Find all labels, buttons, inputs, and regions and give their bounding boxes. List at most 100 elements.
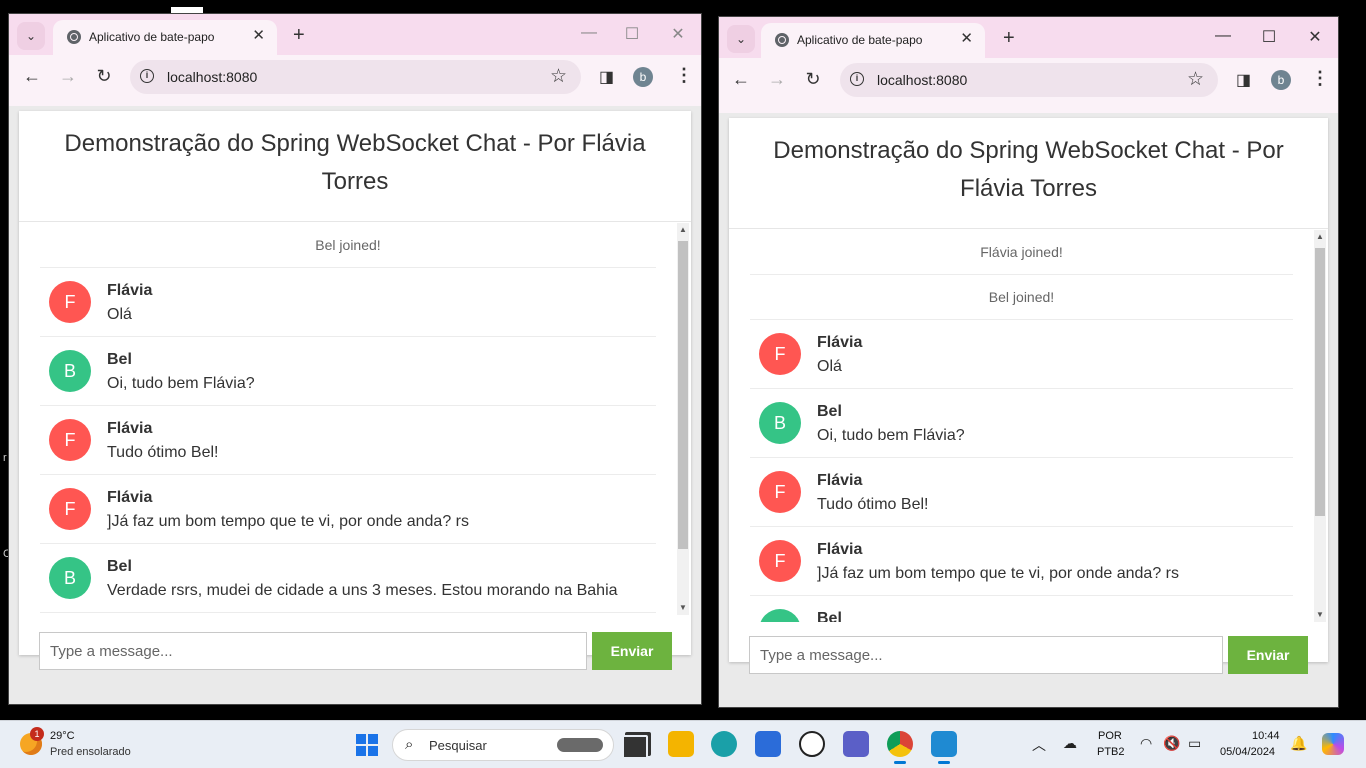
clock-date[interactable]: 05/04/2024 bbox=[1220, 746, 1275, 758]
sender-name: Flávia bbox=[817, 472, 863, 489]
avatar: B bbox=[759, 402, 801, 444]
chat-message: F Flávia]Já faz um bom tempo que te vi, p… bbox=[750, 527, 1293, 596]
sender-name: Bel bbox=[817, 610, 842, 622]
site-info-icon[interactable]: i bbox=[140, 69, 154, 83]
wifi-icon[interactable]: ◠ bbox=[1140, 735, 1152, 752]
volume-muted-icon[interactable]: 🔇 bbox=[1163, 735, 1180, 752]
close-window-button[interactable]: ✕ bbox=[1303, 27, 1327, 47]
scroll-up-arrow[interactable]: ▲ bbox=[677, 223, 689, 237]
maximize-button[interactable]: ☐ bbox=[620, 24, 644, 44]
cloud-icon[interactable]: ☁ bbox=[1063, 735, 1077, 752]
chat-container: Demonstração do Spring WebSocket Chat - … bbox=[19, 111, 691, 655]
message-text: Oi, tudo bem Flávia? bbox=[107, 375, 255, 392]
search-highlight-art bbox=[557, 738, 603, 752]
forward-arrow-icon[interactable]: → bbox=[765, 69, 789, 90]
bookmark-star-icon[interactable]: ☆ bbox=[1187, 68, 1204, 91]
tab-search-button[interactable]: ⌄ bbox=[17, 22, 45, 50]
close-tab-icon[interactable]: ✕ bbox=[960, 29, 973, 47]
tab-active[interactable]: Aplicativo de bate-papo ✕ bbox=[53, 20, 277, 55]
clock-time[interactable]: 10:44 bbox=[1252, 730, 1280, 742]
notification-badge: 1 bbox=[30, 727, 44, 741]
chevron-up-icon[interactable]: ︿ bbox=[1032, 735, 1046, 755]
new-tab-button[interactable]: + bbox=[1003, 27, 1015, 50]
chrome-icon[interactable] bbox=[887, 731, 913, 764]
tab-title: Aplicativo de bate-papo bbox=[797, 33, 923, 47]
copilot-icon[interactable] bbox=[1322, 733, 1344, 755]
send-button[interactable]: Enviar bbox=[1228, 636, 1308, 674]
side-panel-icon[interactable]: ◨ bbox=[599, 67, 614, 87]
tab-active[interactable]: Aplicativo de bate-papo ✕ bbox=[761, 23, 985, 58]
new-tab-button[interactable]: + bbox=[293, 24, 305, 47]
close-tab-icon[interactable]: ✕ bbox=[252, 26, 265, 44]
minimize-button[interactable]: — bbox=[1211, 27, 1235, 45]
minimize-button[interactable]: — bbox=[577, 24, 601, 42]
address-bar[interactable]: i localhost:8080 ☆ bbox=[130, 60, 581, 94]
teams-icon[interactable] bbox=[843, 731, 869, 757]
message-text: Olá bbox=[107, 306, 132, 323]
windows-start-icon[interactable] bbox=[356, 734, 378, 756]
profile-avatar[interactable]: b bbox=[1271, 70, 1291, 90]
store-icon[interactable] bbox=[755, 731, 781, 757]
avatar: B bbox=[759, 609, 801, 622]
task-view-icon[interactable] bbox=[622, 735, 648, 759]
chat-message: F Flávia Tudo ótimo Bel! bbox=[40, 406, 656, 475]
page-viewport: Demonstração do Spring WebSocket Chat - … bbox=[719, 113, 1338, 707]
message-list: Flávia joined! Bel joined! F Flávia Olá B Bel O… bbox=[750, 230, 1293, 622]
message-text: Tudo ótimo Bel! bbox=[107, 444, 219, 461]
avatar: F bbox=[49, 281, 91, 323]
browser-window-right: ⌄ Aplicativo de bate-papo ✕ + — ☐ ✕ ← → … bbox=[718, 16, 1339, 708]
forward-arrow-icon[interactable]: → bbox=[56, 66, 80, 87]
scroll-down-arrow[interactable]: ▼ bbox=[1314, 608, 1326, 622]
close-window-button[interactable]: ✕ bbox=[666, 24, 690, 44]
tab-strip: ⌄ Aplicativo de bate-papo ✕ + — ☐ ✕ bbox=[719, 17, 1338, 58]
site-info-icon[interactable]: i bbox=[850, 72, 864, 86]
back-arrow-icon[interactable]: ← bbox=[729, 69, 753, 90]
menu-kebab-icon[interactable]: ⋮ bbox=[675, 65, 693, 86]
message-text: Tudo ótimo Bel! bbox=[817, 496, 929, 513]
scroll-thumb[interactable] bbox=[1315, 248, 1325, 516]
vscode-icon[interactable] bbox=[931, 731, 957, 764]
scrollbar[interactable]: ▲ ▼ bbox=[677, 223, 689, 615]
message-input[interactable] bbox=[749, 636, 1223, 674]
file-explorer-icon[interactable] bbox=[668, 731, 694, 757]
url-text: localhost:8080 bbox=[167, 69, 258, 85]
search-icon: ⌕ bbox=[405, 736, 414, 753]
globe-icon bbox=[67, 30, 81, 44]
keyboard-layout[interactable]: PTB2 bbox=[1097, 746, 1125, 758]
message-text: ]Já faz um bom tempo que te vi, por onde… bbox=[107, 513, 469, 530]
avatar: F bbox=[759, 333, 801, 375]
side-panel-icon[interactable]: ◨ bbox=[1236, 70, 1251, 90]
message-input[interactable] bbox=[39, 632, 587, 670]
dell-icon[interactable] bbox=[799, 731, 825, 757]
sender-name: Flávia bbox=[817, 541, 863, 558]
sender-name: Flávia bbox=[107, 489, 153, 506]
tab-search-button[interactable]: ⌄ bbox=[727, 25, 755, 53]
profile-avatar[interactable]: b bbox=[633, 67, 653, 87]
weather-temp: 29°C bbox=[50, 730, 75, 742]
chat-message: F Flávia Tudo ótimo Bel! bbox=[750, 458, 1293, 527]
message-area[interactable]: Flávia joined! Bel joined! F Flávia Olá B Bel O… bbox=[729, 230, 1328, 622]
scroll-up-arrow[interactable]: ▲ bbox=[1314, 230, 1326, 244]
reload-icon[interactable]: ↻ bbox=[801, 69, 825, 90]
language-indicator[interactable]: POR bbox=[1098, 730, 1122, 742]
scroll-down-arrow[interactable]: ▼ bbox=[677, 601, 689, 615]
chat-header: Demonstração do Spring WebSocket Chat - … bbox=[19, 111, 691, 222]
maximize-button[interactable]: ☐ bbox=[1257, 27, 1281, 47]
message-area[interactable]: Bel joined! F Flávia Olá B Bel Oi, tudo bem Fl… bbox=[19, 223, 691, 615]
taskbar-search[interactable]: ⌕ Pesquisar bbox=[392, 729, 614, 761]
back-arrow-icon[interactable]: ← bbox=[20, 66, 44, 87]
edge-icon[interactable] bbox=[711, 731, 737, 757]
chat-container: Demonstração do Spring WebSocket Chat - … bbox=[729, 118, 1328, 662]
bell-icon[interactable]: 🔔 bbox=[1290, 735, 1307, 752]
address-bar[interactable]: i localhost:8080 ☆ bbox=[840, 63, 1218, 97]
scrollbar[interactable]: ▲ ▼ bbox=[1314, 230, 1326, 622]
bookmark-star-icon[interactable]: ☆ bbox=[550, 65, 567, 88]
avatar: B bbox=[49, 350, 91, 392]
message-text: Oi, tudo bem Flávia? bbox=[817, 427, 965, 444]
reload-icon[interactable]: ↻ bbox=[92, 66, 116, 87]
scroll-thumb[interactable] bbox=[678, 241, 688, 549]
menu-kebab-icon[interactable]: ⋮ bbox=[1311, 68, 1329, 89]
send-button[interactable]: Enviar bbox=[592, 632, 672, 670]
message-list: Bel joined! F Flávia Olá B Bel Oi, tudo bem Fl… bbox=[40, 223, 656, 613]
battery-icon[interactable]: ▭ bbox=[1188, 735, 1201, 752]
